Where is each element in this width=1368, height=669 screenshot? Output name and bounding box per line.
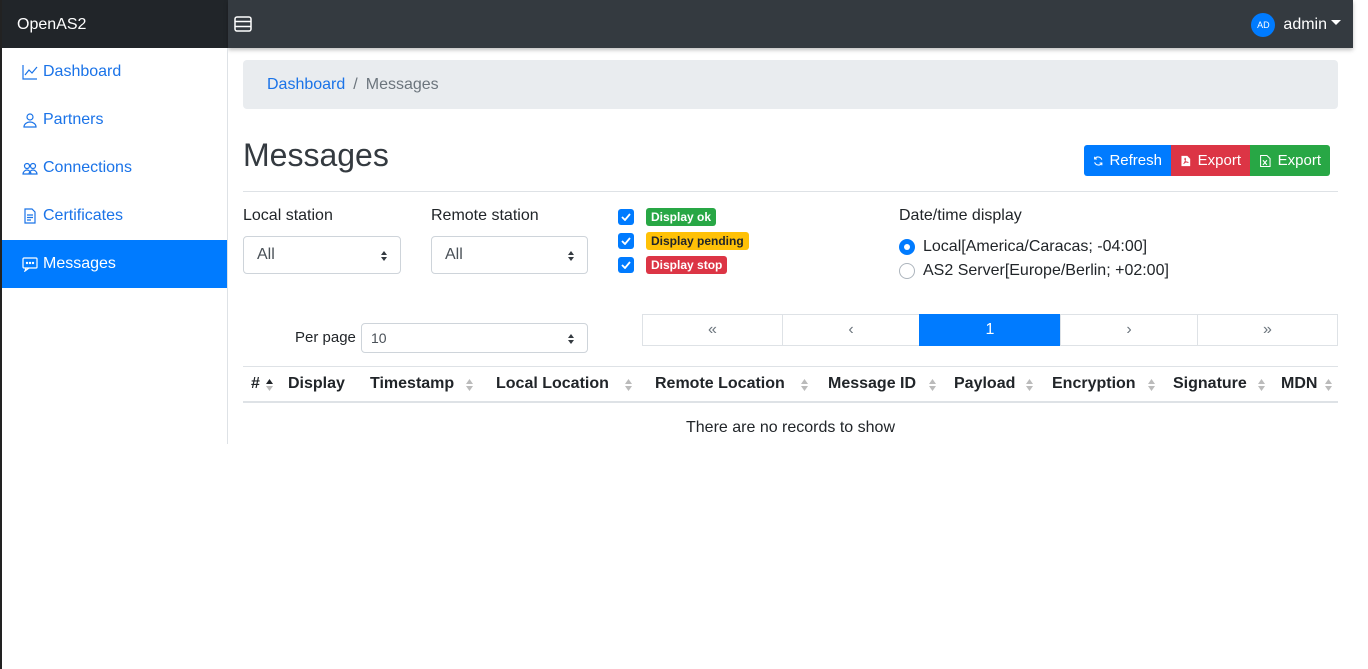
check-icon — [621, 237, 631, 245]
display-stop-checkbox[interactable] — [618, 257, 634, 273]
remote-station-select[interactable]: All — [431, 236, 588, 274]
column-header-local-location[interactable]: Local Location — [496, 375, 609, 393]
refresh-label: Refresh — [1109, 152, 1162, 169]
sort-icon — [1026, 379, 1033, 391]
sidebar-item-label: Certificates — [43, 207, 124, 224]
column-header-display[interactable]: Display — [288, 375, 345, 393]
per-page-value: 10 — [371, 330, 387, 346]
empty-table-message: There are no records to show — [686, 419, 895, 436]
sidebar-item-label: Dashboard — [43, 63, 122, 80]
pagination: « ‹ 1 › » — [642, 314, 1338, 346]
export-pdf-button[interactable]: Export — [1171, 145, 1250, 176]
brand-logo[interactable]: OpenAS2 — [2, 0, 228, 48]
sort-icon — [1258, 379, 1265, 391]
check-icon — [621, 213, 631, 221]
sort-icon — [929, 379, 936, 391]
page-prev[interactable]: ‹ — [782, 314, 920, 346]
table-header: # Display Timestamp Local Location Remot… — [243, 366, 1338, 403]
check-icon — [621, 261, 631, 269]
sidebar-item-dashboard[interactable]: Dashboard — [2, 48, 227, 96]
select-arrows-icon — [568, 334, 574, 344]
message-icon — [22, 257, 38, 272]
column-header-encryption[interactable]: Encryption — [1052, 375, 1136, 393]
column-header-mdn[interactable]: MDN — [1281, 375, 1317, 393]
tz-local-radio[interactable] — [899, 239, 915, 255]
per-page-select[interactable]: 10 — [361, 323, 588, 353]
column-header-signature[interactable]: Signature — [1173, 375, 1247, 393]
page-title: Messages — [243, 137, 389, 173]
sort-icon — [466, 379, 473, 391]
sort-icon — [1148, 379, 1155, 391]
column-header-timestamp[interactable]: Timestamp — [370, 375, 454, 393]
sidebar-item-messages[interactable]: Messages — [2, 240, 227, 288]
sidebar-item-label: Connections — [43, 159, 132, 176]
select-arrows-icon — [568, 251, 574, 261]
select-arrows-icon — [381, 251, 387, 261]
display-pending-badge: Display pending — [646, 232, 749, 250]
sidebar-toggle-icon[interactable] — [234, 16, 252, 32]
sidebar-item-partners[interactable]: Partners — [2, 96, 227, 144]
tz-local-option: Local[America/Caracas; -04:00] — [899, 238, 1147, 256]
user-menu[interactable]: AD admin — [1251, 13, 1341, 37]
remote-station-value: All — [445, 246, 463, 263]
top-navbar: AD admin — [228, 0, 1353, 48]
export-excel-button[interactable]: Export — [1250, 145, 1330, 176]
export-excel-label: Export — [1277, 152, 1321, 169]
chevron-down-icon — [1331, 19, 1341, 25]
per-page-label: Per page — [295, 329, 356, 346]
display-pending-checkbox[interactable] — [618, 233, 634, 249]
sort-asc-icon — [266, 379, 273, 391]
column-header-remote-location[interactable]: Remote Location — [655, 375, 785, 393]
column-header-number[interactable]: # — [251, 375, 260, 393]
sidebar: Dashboard Partners Connections Certifica… — [2, 48, 228, 444]
page-last[interactable]: » — [1197, 314, 1338, 346]
sidebar-item-certificates[interactable]: Certificates — [2, 192, 227, 240]
file-pdf-icon — [1181, 155, 1191, 166]
user-name: admin — [1283, 16, 1327, 33]
display-pending-filter: Display pending — [618, 232, 749, 250]
page-first[interactable]: « — [642, 314, 783, 346]
column-header-message-id[interactable]: Message ID — [828, 375, 916, 393]
local-station-label: Local station — [243, 207, 333, 224]
sort-icon — [625, 379, 632, 391]
sidebar-item-connections[interactable]: Connections — [2, 144, 227, 192]
sort-icon — [1325, 379, 1332, 391]
breadcrumb-current: Messages — [365, 76, 439, 93]
file-excel-icon — [1260, 154, 1271, 167]
refresh-button[interactable]: Refresh — [1084, 145, 1171, 176]
chart-line-icon — [22, 65, 38, 80]
tz-server-label: AS2 Server[Europe/Berlin; +02:00] — [923, 262, 1169, 279]
tz-server-radio[interactable] — [899, 263, 915, 279]
toolbar: Refresh Export Export — [1084, 145, 1330, 176]
page-next[interactable]: › — [1060, 314, 1198, 346]
export-pdf-label: Export — [1197, 152, 1241, 169]
tz-server-option: AS2 Server[Europe/Berlin; +02:00] — [899, 262, 1169, 280]
remote-station-label: Remote station — [431, 207, 539, 224]
divider — [243, 191, 1338, 192]
page-current[interactable]: 1 — [919, 314, 1061, 346]
column-header-payload[interactable]: Payload — [954, 375, 1015, 393]
breadcrumb: Dashboard / Messages — [243, 60, 1338, 109]
display-stop-badge: Display stop — [646, 256, 728, 274]
local-station-value: All — [257, 246, 275, 263]
refresh-icon — [1094, 155, 1103, 166]
display-ok-checkbox[interactable] — [618, 209, 634, 225]
users-icon — [22, 162, 38, 175]
breadcrumb-home[interactable]: Dashboard — [267, 76, 345, 109]
avatar: AD — [1251, 13, 1276, 37]
tz-local-label: Local[America/Caracas; -04:00] — [923, 238, 1148, 255]
display-stop-filter: Display stop — [618, 256, 728, 274]
sort-icon — [801, 379, 808, 391]
local-station-select[interactable]: All — [243, 236, 401, 274]
sidebar-item-label: Partners — [43, 111, 104, 128]
display-ok-filter: Display ok — [618, 208, 717, 226]
datetime-display-label: Date/time display — [899, 207, 1022, 224]
user-icon — [23, 113, 37, 128]
document-icon — [24, 208, 36, 224]
display-ok-badge: Display ok — [646, 208, 717, 226]
sidebar-item-label: Messages — [43, 255, 116, 272]
breadcrumb-separator: / — [353, 76, 358, 93]
